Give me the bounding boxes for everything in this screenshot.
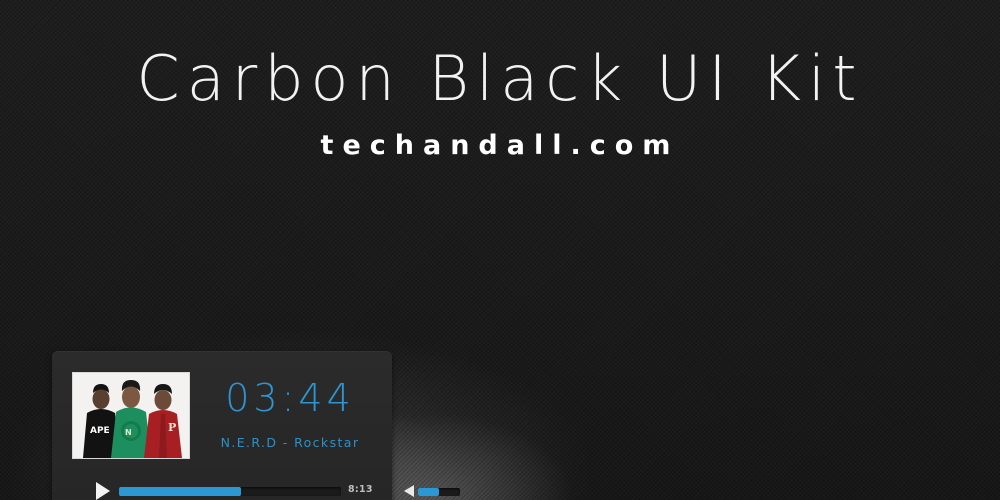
track-elapsed-time: 03:44 <box>225 376 355 420</box>
play-icon[interactable] <box>96 482 110 500</box>
page-title: Carbon Black UI Kit <box>136 42 864 115</box>
seek-bar[interactable] <box>119 487 341 496</box>
svg-text:P: P <box>168 421 176 434</box>
svg-text:APE: APE <box>90 426 110 436</box>
volume-slider[interactable] <box>418 488 460 496</box>
track-title: N.E.R.D - Rockstar <box>220 435 360 450</box>
track-duration: 8:13 <box>348 484 373 495</box>
ui-kit-canvas: Carbon Black UI Kit techandall.com APE N <box>0 0 1000 500</box>
svg-text:N: N <box>125 428 132 437</box>
media-player: APE N P 03:44 N.E.R.D - Rockstar 8:13 <box>52 351 460 500</box>
album-art: APE N P <box>72 372 190 459</box>
site-url: techandall.com <box>320 130 680 161</box>
seek-progress-fill <box>119 487 242 496</box>
volume-fill <box>418 488 439 496</box>
player-controls: 8:13 <box>52 475 460 500</box>
speaker-icon[interactable] <box>404 485 414 497</box>
header: Carbon Black UI Kit techandall.com <box>0 42 1000 162</box>
